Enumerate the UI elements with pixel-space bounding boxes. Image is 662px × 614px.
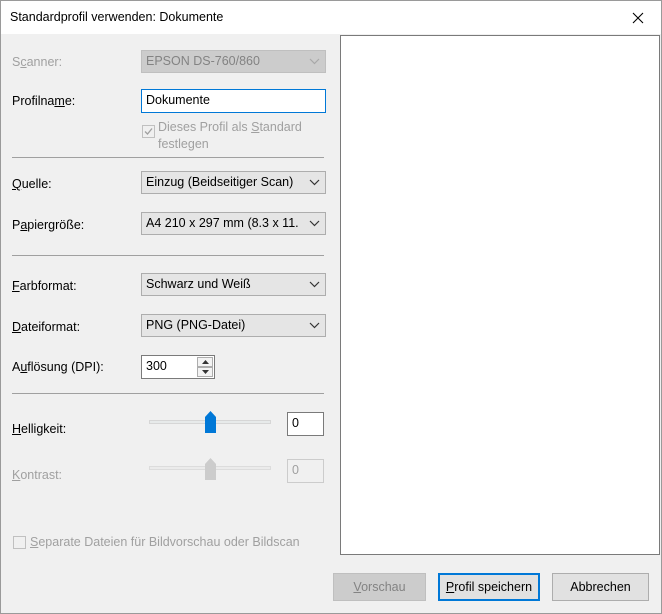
profile-name-input[interactable]: Dokumente <box>141 89 326 113</box>
brightness-value: 0 <box>292 416 299 430</box>
resolution-label: Auflösung (DPI): <box>12 360 104 374</box>
chevron-up-icon <box>201 360 209 364</box>
brightness-input[interactable]: 0 <box>287 412 324 436</box>
source-label: Quelle: <box>12 177 52 191</box>
contrast-label: Kontrast: <box>12 468 63 482</box>
preview-button[interactable]: Vorschau <box>333 573 426 601</box>
save-profile-button[interactable]: Profil speichern <box>438 573 540 601</box>
chevron-down-icon <box>309 281 320 288</box>
separate-files-label: Separate Dateien für Bildvorschau oder B… <box>30 535 300 549</box>
resolution-stepper <box>196 355 215 379</box>
profile-name-label: Profilname: <box>12 94 76 108</box>
profile-name-value: Dokumente <box>146 93 210 107</box>
color-format-value: Schwarz und Weiß <box>146 277 251 291</box>
chevron-down-icon <box>201 370 209 374</box>
paper-size-value: A4 210 x 297 mm (8.3 x 11. <box>146 216 299 230</box>
default-profile-label: Dieses Profil als Standard festlegen <box>158 120 302 151</box>
brightness-label: Helligkeit: <box>12 422 67 436</box>
separator <box>12 255 324 256</box>
color-format-label: Farbformat: <box>12 279 77 293</box>
file-format-label: Dateiformat: <box>12 320 81 334</box>
cancel-button[interactable]: Abbrechen <box>552 573 649 601</box>
chevron-down-icon <box>309 322 320 329</box>
chevron-down-icon <box>309 220 320 227</box>
color-format-select[interactable]: Schwarz und Weiß <box>141 273 326 296</box>
contrast-slider-thumb[interactable] <box>205 458 216 480</box>
separator <box>12 157 324 158</box>
separator <box>12 393 324 394</box>
source-select[interactable]: Einzug (Beidseitiger Scan) <box>141 171 326 194</box>
close-button[interactable] <box>615 1 661 34</box>
resolution-input[interactable]: 300 <box>141 355 197 379</box>
contrast-value: 0 <box>292 463 299 477</box>
preview-area <box>340 35 660 555</box>
file-format-select[interactable]: PNG (PNG-Datei) <box>141 314 326 337</box>
default-profile-checkbox[interactable] <box>142 125 155 138</box>
source-value: Einzug (Beidseitiger Scan) <box>146 175 294 189</box>
scanner-label: Scanner: <box>12 55 63 69</box>
checkmark-icon <box>144 128 153 135</box>
contrast-input[interactable]: 0 <box>287 459 324 483</box>
scanner-value: EPSON DS-760/860 <box>146 54 260 68</box>
close-icon <box>632 12 644 23</box>
paper-size-label: Papiergröße: <box>12 218 85 232</box>
scanner-select[interactable]: EPSON DS-760/860 <box>141 50 326 73</box>
brightness-slider-thumb[interactable] <box>205 411 216 433</box>
file-format-value: PNG (PNG-Datei) <box>146 318 246 332</box>
window-title: Standardprofil verwenden: Dokumente <box>10 10 224 24</box>
chevron-down-icon <box>309 179 320 186</box>
resolution-decrement-button[interactable] <box>197 367 213 377</box>
scan-profile-dialog: Standardprofil verwenden: Dokumente Scan… <box>0 0 662 614</box>
chevron-down-icon <box>309 58 320 65</box>
title-bar: Standardprofil verwenden: Dokumente <box>1 1 661 34</box>
resolution-increment-button[interactable] <box>197 357 213 367</box>
separate-files-checkbox[interactable] <box>13 536 26 549</box>
resolution-value: 300 <box>146 359 167 373</box>
paper-size-select[interactable]: A4 210 x 297 mm (8.3 x 11. <box>141 212 326 235</box>
